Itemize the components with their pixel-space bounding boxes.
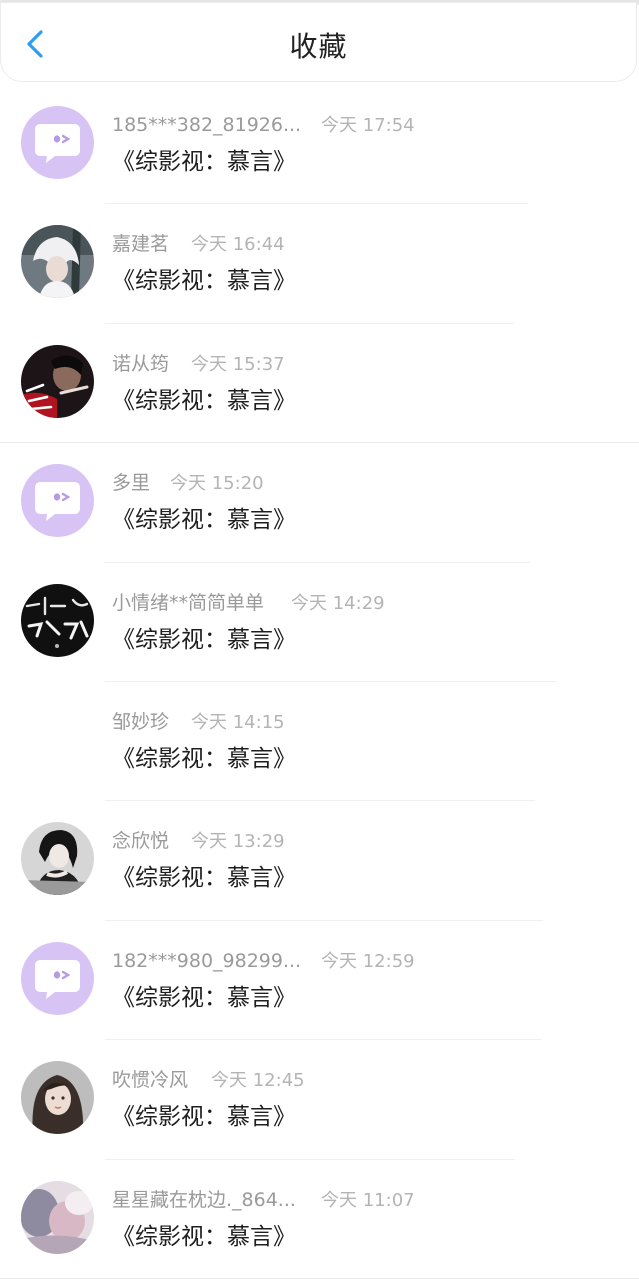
timestamp: 今天 11:07 — [321, 1189, 415, 1211]
user-name: 小情绪**简简单单 — [112, 591, 265, 614]
page-title: 收藏 — [289, 30, 348, 63]
book-title: 《综影视：慕言》 — [112, 507, 296, 534]
book-title: 《综影视：慕言》 — [112, 149, 296, 175]
avatar[interactable] — [21, 1061, 94, 1135]
user-name: 多里 — [112, 472, 151, 495]
list-item[interactable]: 星星藏在枕边._864... 今天 11:07 《综影视：慕言》 — [0, 1160, 639, 1279]
timestamp: 今天 13:29 — [191, 831, 285, 853]
timestamp: 今天 16:44 — [191, 234, 285, 256]
avatar[interactable] — [21, 822, 94, 896]
book-title: 《综影视：慕言》 — [112, 745, 296, 772]
user-name: 嘉建茗 — [112, 233, 170, 256]
list-item[interactable]: 邹妙珍 今天 14:15 《综影视：慕言》 — [0, 682, 639, 802]
user-name: 星星藏在枕边._864... — [112, 1188, 296, 1211]
user-name: 诺从筠 — [112, 352, 170, 375]
user-photo-icon — [21, 583, 94, 657]
chat-bubble-icon — [21, 106, 94, 179]
timestamp: 今天 14:15 — [191, 711, 285, 733]
list-item[interactable]: 185***382_81926... 今天 17:54 《综影视：慕言》 — [0, 85, 639, 205]
chat-bubble-icon — [21, 464, 94, 538]
book-title: 《综影视：慕言》 — [112, 626, 296, 653]
chat-bubble-icon — [21, 941, 94, 1015]
list-item[interactable]: 诺从筠 今天 15:37 《综影视：慕言》 — [0, 324, 639, 444]
list-item[interactable]: 念欣悦 今天 13:29 《综影视：慕言》 — [0, 801, 639, 921]
user-photo-icon — [21, 1061, 94, 1135]
timestamp: 今天 17:54 — [321, 115, 415, 136]
user-name: 185***382_81926... — [112, 114, 302, 136]
user-name: 邹妙珍 — [112, 710, 170, 733]
user-name: 182***980_98299... — [112, 949, 302, 972]
list-item[interactable]: 嘉建茗 今天 16:44 《综影视：慕言》 — [0, 204, 639, 324]
timestamp: 今天 15:37 — [191, 353, 285, 375]
user-photo-icon — [21, 822, 94, 896]
user-name: 吹惯冷风 — [112, 1069, 189, 1092]
avatar[interactable] — [21, 225, 94, 299]
book-title: 《综影视：慕言》 — [112, 268, 296, 295]
avatar[interactable] — [21, 106, 94, 179]
top-bar: 收藏 — [0, 2, 637, 82]
favorites-list: 185***382_81926... 今天 17:54 《综影视：慕言》 嘉建茗… — [0, 85, 639, 1279]
timestamp: 今天 12:59 — [321, 950, 415, 972]
avatar[interactable] — [21, 1180, 94, 1254]
avatar[interactable] — [21, 344, 94, 418]
user-photo-icon — [21, 1180, 94, 1254]
list-item[interactable]: 182***980_98299... 今天 12:59 《综影视：慕言》 — [0, 921, 639, 1041]
timestamp: 今天 14:29 — [291, 592, 385, 614]
favorites-page: 收藏 185***382_81926... 今天 17:54 《综影视：慕言》 — [0, 0, 639, 1280]
user-name: 念欣悦 — [112, 830, 170, 853]
book-title: 《综影视：慕言》 — [112, 387, 296, 414]
user-photo-icon — [21, 344, 94, 418]
user-photo-icon — [21, 225, 94, 299]
book-title: 《综影视：慕言》 — [112, 984, 296, 1011]
book-title: 《综影视：慕言》 — [112, 1104, 296, 1131]
list-item[interactable]: 吹惯冷风 今天 12:45 《综影视：慕言》 — [0, 1040, 639, 1160]
avatar[interactable] — [21, 941, 94, 1015]
timestamp: 今天 12:45 — [211, 1070, 305, 1092]
book-title: 《综影视：慕言》 — [112, 1223, 296, 1250]
list-item[interactable]: 小情绪**简简单单 今天 14:29 《综影视：慕言》 — [0, 563, 639, 682]
book-title: 《综影视：慕言》 — [112, 865, 296, 892]
avatar[interactable] — [21, 464, 94, 538]
timestamp: 今天 15:20 — [170, 473, 264, 495]
avatar[interactable] — [21, 583, 94, 657]
list-item[interactable]: 多里 今天 15:20 《综影视：慕言》 — [0, 443, 639, 563]
